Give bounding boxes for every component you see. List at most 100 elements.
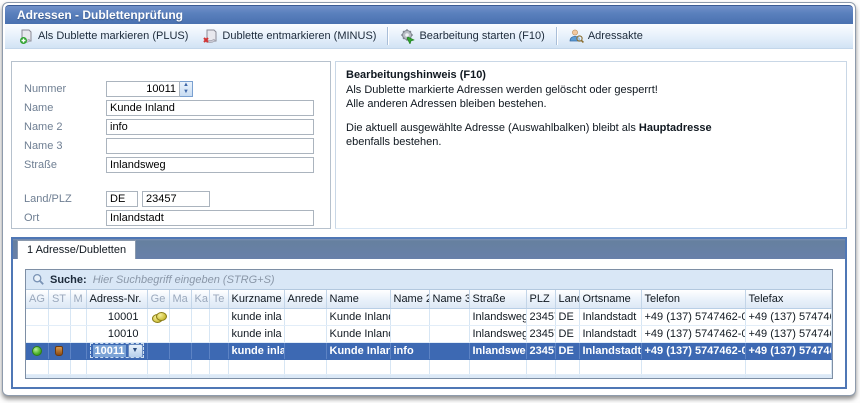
cell-ortsname: Inlandstadt <box>579 308 641 325</box>
cell-kurzname: kunde inla <box>228 325 284 342</box>
search-placeholder: Hier Suchbegriff eingeben (STRG+S) <box>93 274 275 286</box>
title-bar: Adressen - Dublettenprüfung <box>5 5 853 24</box>
column-header-telefax[interactable]: Telefax <box>745 290 832 308</box>
spinner-down-icon[interactable]: ▼ <box>180 89 192 96</box>
column-header-ge[interactable]: Ge <box>147 290 169 308</box>
column-header-te[interactable]: Te <box>209 290 228 308</box>
column-header-plz[interactable]: PLZ <box>526 290 555 308</box>
empty-row <box>26 374 832 379</box>
name-input[interactable] <box>106 100 314 116</box>
column-header-ortsname[interactable]: Ortsname <box>579 290 641 308</box>
cell-telefon: +49 (137) 5747462-00 <box>641 308 745 325</box>
address-form-panel: Nummer ▲ ▼ Name Name 2 Name 3 Straße Lan… <box>11 61 331 229</box>
mark-duplicate-button[interactable]: Als Dublette markieren (PLUS) <box>11 26 195 47</box>
page-title: Adressen - Dublettenprüfung <box>5 6 853 24</box>
cell-telefax: +49 (137) 5747462-99 <box>745 342 832 359</box>
start-editing-label: Bearbeitung starten (F10) <box>419 30 544 42</box>
strasse-field-row: Straße <box>24 156 314 173</box>
cell-plz: 23457 <box>526 325 555 342</box>
column-header-name[interactable]: Name <box>326 290 390 308</box>
table-row[interactable]: 10001kunde inlaKunde InlandInlandsweg234… <box>26 308 832 325</box>
name2-input[interactable] <box>106 119 314 135</box>
name3-input[interactable] <box>106 138 314 154</box>
cell-ka <box>191 308 209 325</box>
column-header-ka[interactable]: Ka <box>191 290 209 308</box>
tab-strip: 1 Adresse/Dubletten <box>13 239 845 259</box>
cell-st <box>48 342 70 359</box>
cell-name: Kunde Inland <box>326 342 390 359</box>
cell-name2: info <box>390 342 429 359</box>
column-header-adressnr[interactable]: Adress-Nr. <box>86 290 147 308</box>
cell-name3 <box>429 325 469 342</box>
address-file-button[interactable]: Adressakte <box>561 26 650 47</box>
column-header-st[interactable]: ST <box>48 290 70 308</box>
column-header-strasse[interactable]: Straße <box>469 290 526 308</box>
nummer-input[interactable] <box>106 81 180 97</box>
cell-name: Kunde Inland <box>326 308 390 325</box>
mark-duplicate-label: Als Dublette markieren (PLUS) <box>38 30 188 42</box>
cell-land: DE <box>555 342 579 359</box>
cell-telefax: +49 (137) 5747462-99 <box>745 325 832 342</box>
column-header-telefon[interactable]: Telefon <box>641 290 745 308</box>
cell-st <box>48 325 70 342</box>
cell-ge <box>147 308 169 325</box>
chevron-down-icon[interactable]: ▼ <box>128 344 143 358</box>
unmark-duplicate-button[interactable]: Dublette entmarkieren (MINUS) <box>195 26 383 47</box>
address-grid: Suche: Hier Suchbegriff eingeben (STRG+S… <box>25 269 833 379</box>
cell-name: Kunde Inland <box>326 325 390 342</box>
column-header-ag[interactable]: AG <box>26 290 48 308</box>
coins-icon <box>152 312 165 321</box>
adressnr-editor-value[interactable]: 10011 <box>93 345 127 357</box>
toolbar-separator <box>387 27 388 45</box>
land-plz-field-row: Land/PLZ <box>24 190 314 207</box>
search-icon <box>32 273 45 286</box>
land-input[interactable] <box>106 191 138 207</box>
column-header-name2[interactable]: Name 2 <box>390 290 429 308</box>
cell-ortsname: Inlandstadt <box>579 325 641 342</box>
cell-name2 <box>390 325 429 342</box>
column-header-kurzname[interactable]: Kurzname <box>228 290 284 308</box>
plz-input[interactable] <box>142 191 210 207</box>
cell-plz: 23457 <box>526 308 555 325</box>
cell-land: DE <box>555 308 579 325</box>
hint-line-2: Alle anderen Adressen bleiben bestehen. <box>346 97 836 111</box>
document-minus-icon <box>202 28 218 44</box>
strasse-input[interactable] <box>106 157 314 173</box>
unmark-duplicate-label: Dublette entmarkieren (MINUS) <box>222 30 376 42</box>
cell-telefon: +49 (137) 5747462-00 <box>641 342 745 359</box>
column-header-m[interactable]: M <box>70 290 86 308</box>
strasse-label: Straße <box>24 159 106 171</box>
cell-plz: 23457 <box>526 342 555 359</box>
duplicates-panel: 1 Adresse/Dubletten Suche: Hier Suchbegr… <box>11 237 847 389</box>
cell-st <box>48 308 70 325</box>
cell-adressnr: 10010 <box>86 325 147 342</box>
nummer-spinner[interactable]: ▲ ▼ <box>180 81 193 97</box>
table-row[interactable]: 10010 kunde inla Kunde Inland Inlandsweg234… <box>26 325 832 342</box>
land-plz-label: Land/PLZ <box>24 193 106 205</box>
start-editing-button[interactable]: Bearbeitung starten (F10) <box>392 26 551 47</box>
column-header-name3[interactable]: Name 3 <box>429 290 469 308</box>
hint-panel: Bearbeitungshinweis (F10) Als Dublette m… <box>335 61 847 229</box>
table-row[interactable]: 10011▼ kunde inla Kunde Inlandinfo Inlandsw… <box>26 342 832 359</box>
cell-ag <box>26 342 48 359</box>
column-header-ma[interactable]: Ma <box>169 290 191 308</box>
search-bar[interactable]: Suche: Hier Suchbegriff eingeben (STRG+S… <box>26 270 832 290</box>
cell-ka <box>191 325 209 342</box>
cell-ge <box>147 342 169 359</box>
ort-field-row: Ort <box>24 209 314 226</box>
cell-kurzname: kunde inla <box>228 342 284 359</box>
column-header-land[interactable]: Land <box>555 290 579 308</box>
cell-strasse: Inlandsweg <box>469 325 526 342</box>
tab-adresse-dubletten[interactable]: 1 Adresse/Dubletten <box>17 240 136 259</box>
name-label: Name <box>24 102 106 114</box>
cell-m <box>70 325 86 342</box>
cell-m <box>70 308 86 325</box>
ort-input[interactable] <box>106 210 314 226</box>
toolbar-separator <box>556 27 557 45</box>
column-header-anrede[interactable]: Anrede <box>284 290 326 308</box>
name2-field-row: Name 2 <box>24 118 314 135</box>
cell-strasse: Inlandsweg <box>469 342 526 359</box>
cell-ag <box>26 308 48 325</box>
toolbar: Als Dublette markieren (PLUS) Dublette e… <box>5 24 853 49</box>
spinner-up-icon[interactable]: ▲ <box>180 82 192 89</box>
